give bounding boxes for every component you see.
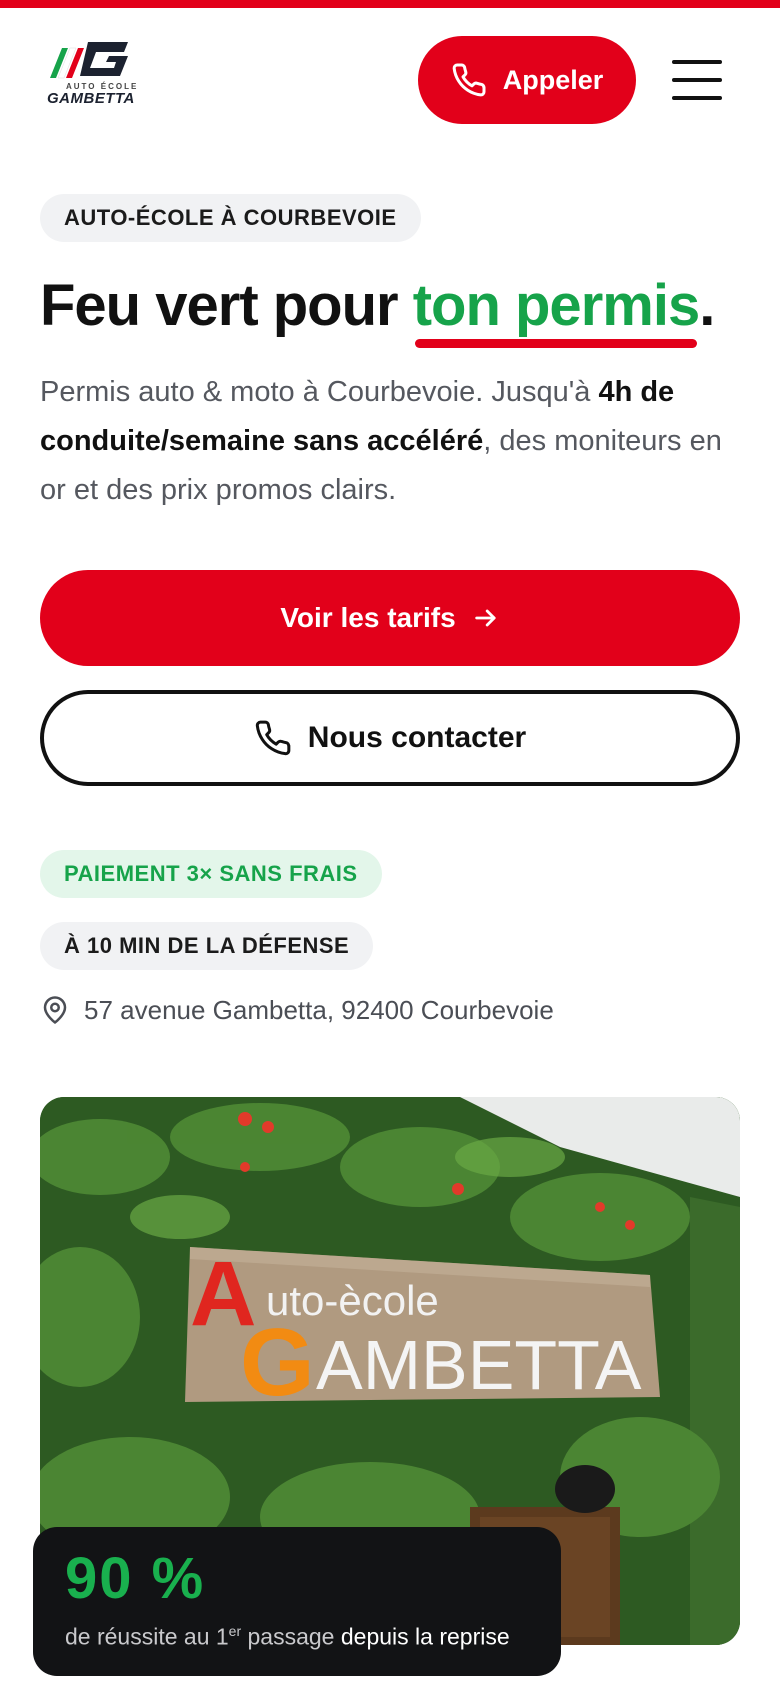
menu-icon-line — [672, 96, 722, 100]
lead-text-1: Permis auto & moto à Courbevoie. Jusqu'à — [40, 376, 599, 408]
success-rate-card: 90 % de réussite au 1er passage depuis l… — [33, 1527, 561, 1676]
menu-icon-line — [672, 78, 722, 82]
payment-badge: PAIEMENT 3× SANS FRAIS — [40, 850, 382, 898]
caption-text-2: passage — [241, 1623, 341, 1650]
phone-icon — [254, 719, 292, 757]
logo-icon — [50, 42, 128, 79]
address-line: 57 avenue Gambetta, 92400 Courbevoie — [40, 994, 554, 1026]
eyebrow-badge: AUTO-ÉCOLE À COURBEVOIE — [40, 194, 421, 242]
arrow-right-icon — [472, 604, 500, 632]
success-rate-value: 90 % — [65, 1546, 206, 1611]
site-logo[interactable]: AUTO ÉCOLE GAMBETTA — [44, 30, 144, 110]
svg-text:G: G — [240, 1309, 315, 1416]
caption-strong: depuis la reprise — [340, 1623, 510, 1650]
map-pin-icon — [40, 994, 70, 1026]
menu-icon-line — [672, 60, 722, 64]
site-header: AUTO ÉCOLE GAMBETTA Appeler — [0, 8, 780, 138]
menu-toggle-button[interactable] — [672, 60, 722, 100]
caption-sup: er — [228, 1623, 242, 1639]
logo-name: GAMBETTA — [47, 90, 135, 107]
hero-title-highlight: ton permis — [413, 270, 700, 348]
contact-button-label: Nous contacter — [307, 721, 527, 754]
hero-title-start: Feu vert pour — [40, 273, 413, 338]
contact-button[interactable]: Nous contacter — [40, 690, 740, 786]
call-button-label: Appeler — [502, 64, 604, 95]
call-button[interactable]: Appeler — [418, 36, 636, 124]
location-badge: À 10 MIN DE LA DÉFENSE — [40, 922, 374, 970]
top-accent-bar — [0, 0, 780, 8]
address-text: 57 avenue Gambetta, 92400 Courbevoie — [84, 994, 554, 1025]
hero-title-end: . — [699, 273, 715, 338]
sign-line-2: AMBETTA — [316, 1326, 642, 1404]
hero-lead: Permis auto & moto à Courbevoie. Jusqu'à… — [40, 368, 750, 515]
hero-title: Feu vert pour ton permis. — [40, 270, 715, 348]
phone-icon — [451, 62, 487, 98]
caption-text-1: de réussite au 1 — [65, 1623, 229, 1650]
success-rate-caption: de réussite au 1er passage depuis la rep… — [65, 1623, 510, 1651]
view-prices-label: Voir les tarifs — [280, 602, 456, 633]
view-prices-button[interactable]: Voir les tarifs — [40, 570, 740, 666]
